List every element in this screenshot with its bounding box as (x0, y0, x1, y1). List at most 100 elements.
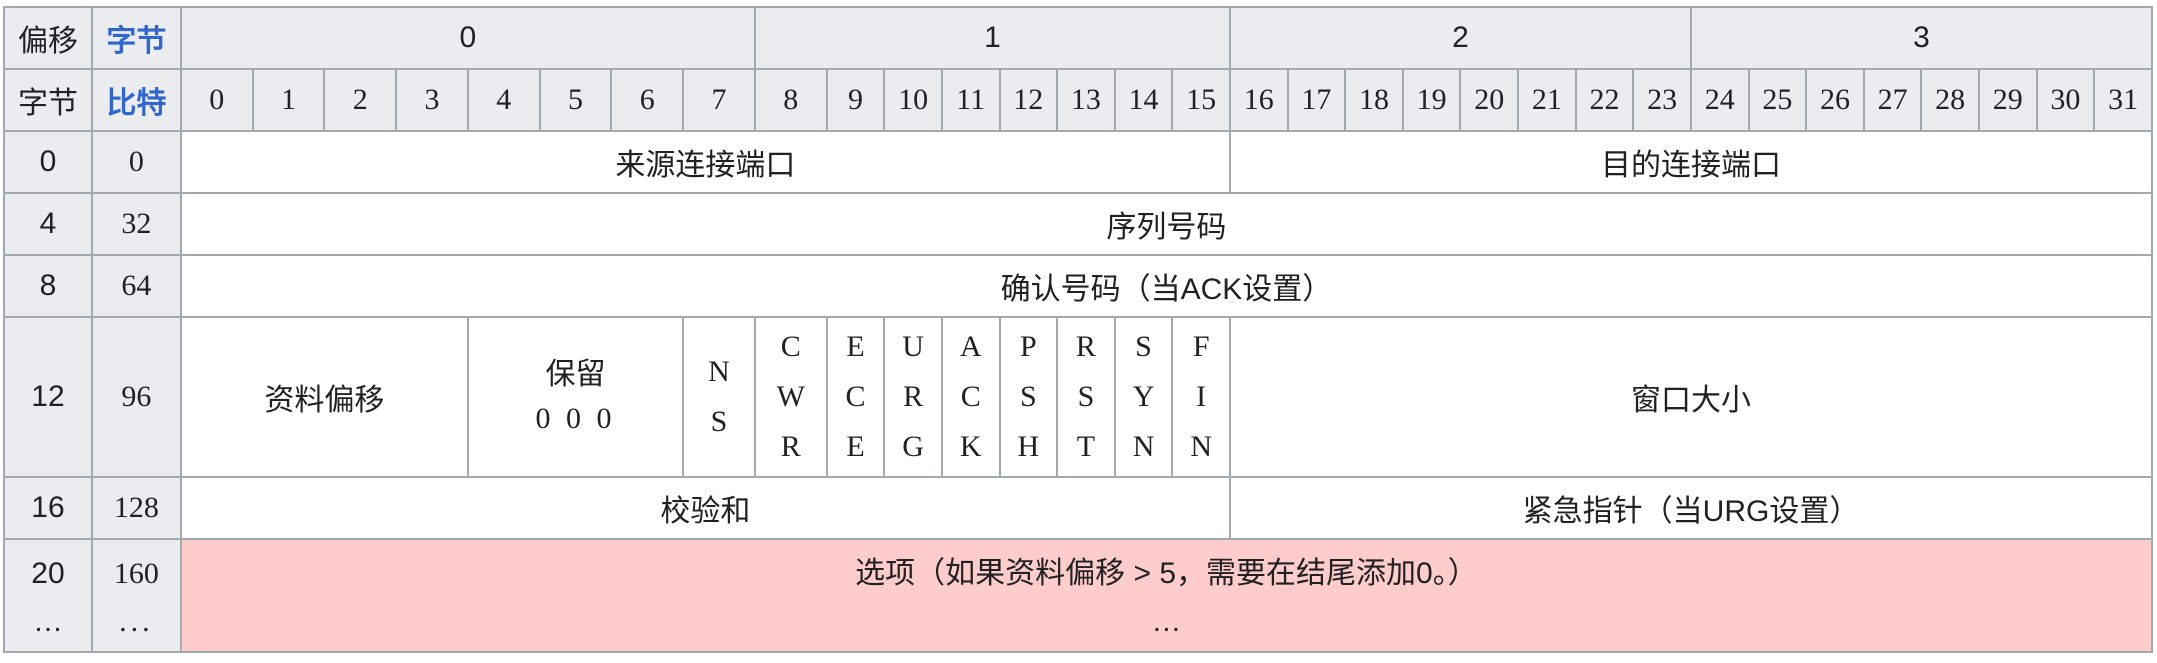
table-row: 4 32 序列号码 (3, 192, 2154, 256)
row-bit-offset: 128 (90, 476, 182, 540)
bit-25: 25 (1747, 68, 1808, 132)
bit-offset-value: 160 (113, 556, 159, 590)
bit-10: 10 (883, 68, 943, 132)
flag-letter: N (1132, 430, 1155, 463)
bit-1: 1 (251, 68, 326, 132)
ns-flag: N S (682, 316, 756, 478)
bit-9: 9 (825, 68, 886, 132)
flag-letter: S (1135, 330, 1152, 363)
flag-letter: R (1075, 330, 1096, 363)
table-row: 12 96 资料偏移 保留 0 0 0 N S C W R E C E U R … (3, 316, 2153, 478)
data-offset-field: 资料偏移 (179, 316, 469, 478)
octet-1: 1 (753, 6, 1232, 70)
byte-header: 字节 (3, 68, 93, 132)
options-more: … (1151, 604, 1182, 638)
bit-26: 26 (1805, 68, 1865, 132)
octet-2: 2 (1229, 6, 1692, 70)
row-byte-offset: 0 (3, 130, 93, 194)
bit-18: 18 (1344, 68, 1404, 132)
flag-letter: R (903, 380, 924, 413)
ece-flag: E C E (825, 316, 886, 478)
bit-12: 12 (998, 68, 1059, 132)
flag-letter: C (845, 380, 866, 413)
flag-letter: S (1019, 380, 1037, 413)
ack-number-field: 确认号码（当ACK设置） (179, 254, 2154, 318)
bit-11: 11 (940, 68, 1001, 132)
bit-4: 4 (466, 68, 541, 132)
byte-header-link[interactable]: 字节 (90, 6, 182, 70)
table-row: 0 0 来源连接端口 目的连接端口 (3, 130, 2153, 194)
options-label: 选项（如果资料偏移 > 5，需要在结尾添加0。） (855, 556, 1478, 590)
urgent-pointer-field: 紧急指针（当URG设置） (1229, 476, 2153, 540)
flag-letter: N (1190, 430, 1212, 463)
bit-7: 7 (682, 68, 756, 132)
bit-offset-more: ... (119, 604, 154, 638)
byte-offset-value: 20 (31, 556, 65, 590)
bit-19: 19 (1401, 68, 1462, 132)
bit-17: 17 (1286, 68, 1347, 132)
row-bit-offset: 96 (90, 316, 182, 478)
bit-6: 6 (610, 68, 685, 132)
bit-13: 13 (1056, 68, 1116, 132)
flag-letter: P (1019, 330, 1037, 363)
flag-letter: A (959, 330, 982, 363)
bit-3: 3 (395, 68, 469, 132)
flag-letter: R (780, 430, 801, 463)
table-row: 8 64 确认号码（当ACK设置） (3, 254, 2154, 318)
ack-flag: A C K (940, 316, 1001, 478)
fin-flag: F I N (1171, 316, 1231, 478)
bit-29: 29 (1977, 68, 2038, 132)
flag-letter: C (960, 380, 981, 413)
flag-letter: G (902, 430, 924, 463)
flag-letter: E (846, 330, 865, 363)
table-row: 20 … 160 ... 选项（如果资料偏移 > 5，需要在结尾添加0。） … (3, 538, 2154, 653)
byte-offset-more: … (32, 604, 63, 638)
flag-letter: U (902, 330, 924, 363)
cwr-flag: C W R (753, 316, 828, 478)
flag-letter: C (780, 330, 801, 363)
bit-24: 24 (1689, 68, 1750, 132)
reserved-field: 保留 0 0 0 (466, 316, 685, 478)
urg-flag: U R G (883, 316, 943, 478)
bit-22: 22 (1574, 68, 1635, 132)
row-bit-offset: 160 ... (90, 538, 182, 653)
row-byte-offset: 4 (3, 192, 93, 256)
flag-letter: T (1076, 430, 1096, 463)
flag-letter: F (1192, 330, 1210, 363)
bit-23: 23 (1632, 68, 1692, 132)
flag-letter: I (1196, 380, 1207, 413)
reserved-label: 保留 (545, 358, 606, 391)
flag-letter: N (708, 355, 730, 388)
bit-27: 27 (1862, 68, 1923, 132)
bit-28: 28 (1920, 68, 1980, 132)
syn-flag: S Y N (1113, 316, 1174, 478)
bit-20: 20 (1459, 68, 1520, 132)
bit-21: 21 (1517, 68, 1577, 132)
row-byte-offset: 16 (3, 476, 93, 540)
table-row: 16 128 校验和 紧急指针（当URG设置） (3, 476, 2153, 540)
bit-2: 2 (323, 68, 398, 132)
bit-header-link[interactable]: 比特 (90, 68, 182, 132)
bit-0: 0 (179, 68, 254, 132)
row-bit-offset: 32 (90, 192, 182, 256)
checksum-field: 校验和 (179, 476, 1232, 540)
bit-14: 14 (1113, 68, 1174, 132)
octet-0: 0 (179, 6, 756, 70)
row-byte-offset: 8 (3, 254, 93, 318)
tcp-header-table: 偏移 字节 0 1 2 3 字节 比特 0 1 2 3 4 5 6 7 8 9 … (3, 6, 2154, 653)
bit-5: 5 (538, 68, 613, 132)
rst-flag: R S T (1056, 316, 1116, 478)
offset-header: 偏移 (3, 6, 93, 70)
flag-letter: K (959, 430, 982, 463)
row-bit-offset: 64 (90, 254, 182, 318)
row-byte-offset: 20 … (3, 538, 93, 653)
flag-letter: Y (1132, 380, 1155, 413)
bit-16: 16 (1229, 68, 1289, 132)
sequence-number-field: 序列号码 (179, 192, 2154, 256)
row-byte-offset: 12 (3, 316, 93, 478)
row-bit-offset: 0 (90, 130, 182, 194)
source-port-field: 来源连接端口 (179, 130, 1232, 194)
bit-8: 8 (753, 68, 828, 132)
octet-3: 3 (1689, 6, 2154, 70)
options-field: 选项（如果资料偏移 > 5，需要在结尾添加0。） … (179, 538, 2154, 653)
